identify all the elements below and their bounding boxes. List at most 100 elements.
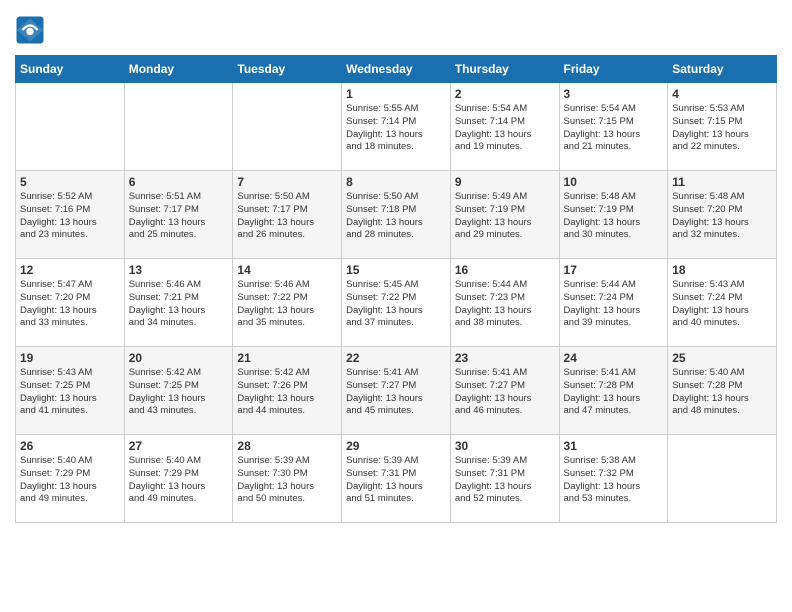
day-number: 17 (564, 263, 664, 277)
calendar-cell: 24 Sunrise: 5:41 AM Sunset: 7:28 PM Dayli… (559, 347, 668, 435)
calendar-cell: 7 Sunrise: 5:50 AM Sunset: 7:17 PM Daylig… (233, 171, 342, 259)
day-info: Sunrise: 5:53 AM Sunset: 7:15 PM Dayligh… (672, 103, 772, 154)
day-info: Sunrise: 5:39 AM Sunset: 7:31 PM Dayligh… (455, 455, 555, 506)
day-number: 31 (564, 439, 664, 453)
day-info: Sunrise: 5:50 AM Sunset: 7:17 PM Dayligh… (237, 191, 337, 242)
day-info: Sunrise: 5:40 AM Sunset: 7:29 PM Dayligh… (129, 455, 229, 506)
calendar-cell (668, 435, 777, 523)
day-info: Sunrise: 5:49 AM Sunset: 7:19 PM Dayligh… (455, 191, 555, 242)
calendar-cell: 20Sunrise: 5:42 AM Sunset: 7:25 PM Dayli… (124, 347, 233, 435)
day-info: Sunrise: 5:42 AM Sunset: 7:26 PM Dayligh… (237, 367, 337, 418)
calendar-cell: 8 Sunrise: 5:50 AM Sunset: 7:18 PM Daylig… (342, 171, 451, 259)
calendar-cell: 23 Sunrise: 5:41 AM Sunset: 7:27 PM Dayli… (450, 347, 559, 435)
calendar-cell (233, 83, 342, 171)
page-header (15, 15, 777, 45)
calendar-cell: 28 Sunrise: 5:39 AM Sunset: 7:30 PM Dayli… (233, 435, 342, 523)
day-number: 4 (672, 87, 772, 101)
day-number: 7 (237, 175, 337, 189)
calendar-cell: 15 Sunrise: 5:45 AM Sunset: 7:22 PM Dayli… (342, 259, 451, 347)
day-info: Sunrise: 5:50 AM Sunset: 7:18 PM Dayligh… (346, 191, 446, 242)
calendar-cell: 4 Sunrise: 5:53 AM Sunset: 7:15 PM Daylig… (668, 83, 777, 171)
day-info: Sunrise: 5:41 AM Sunset: 7:27 PM Dayligh… (455, 367, 555, 418)
day-info: Sunrise: 5:41 AM Sunset: 7:28 PM Dayligh… (564, 367, 664, 418)
day-info: Sunrise: 5:54 AM Sunset: 7:15 PM Dayligh… (564, 103, 664, 154)
day-number: 15 (346, 263, 446, 277)
day-info: Sunrise: 5:54 AM Sunset: 7:14 PM Dayligh… (455, 103, 555, 154)
day-info: Sunrise: 5:45 AM Sunset: 7:22 PM Dayligh… (346, 279, 446, 330)
day-number: 29 (346, 439, 446, 453)
day-number: 26 (20, 439, 120, 453)
calendar-cell: 12 Sunrise: 5:47 AM Sunset: 7:20 PM Dayli… (16, 259, 125, 347)
day-info: Sunrise: 5:46 AM Sunset: 7:22 PM Dayligh… (237, 279, 337, 330)
calendar-cell: 5 Sunrise: 5:52 AM Sunset: 7:16 PM Daylig… (16, 171, 125, 259)
day-of-week-header: Monday (124, 56, 233, 83)
day-info: Sunrise: 5:51 AM Sunset: 7:17 PM Dayligh… (129, 191, 229, 242)
calendar-cell: 11 Sunrise: 5:48 AM Sunset: 7:20 PM Dayli… (668, 171, 777, 259)
day-info: Sunrise: 5:52 AM Sunset: 7:16 PM Dayligh… (20, 191, 120, 242)
calendar-week-row: 19 Sunrise: 5:43 AM Sunset: 7:25 PM Dayli… (16, 347, 777, 435)
day-number: 23 (455, 351, 555, 365)
day-number: 3 (564, 87, 664, 101)
day-of-week-header: Saturday (668, 56, 777, 83)
calendar-week-row: 5 Sunrise: 5:52 AM Sunset: 7:16 PM Daylig… (16, 171, 777, 259)
day-info: Sunrise: 5:44 AM Sunset: 7:24 PM Dayligh… (564, 279, 664, 330)
day-info: Sunrise: 5:44 AM Sunset: 7:23 PM Dayligh… (455, 279, 555, 330)
day-info: Sunrise: 5:41 AM Sunset: 7:27 PM Dayligh… (346, 367, 446, 418)
day-number: 5 (20, 175, 120, 189)
day-number: 18 (672, 263, 772, 277)
day-info: Sunrise: 5:39 AM Sunset: 7:31 PM Dayligh… (346, 455, 446, 506)
day-info: Sunrise: 5:48 AM Sunset: 7:19 PM Dayligh… (564, 191, 664, 242)
calendar-cell: 2Sunrise: 5:54 AM Sunset: 7:14 PM Daylig… (450, 83, 559, 171)
day-number: 14 (237, 263, 337, 277)
calendar-cell: 18 Sunrise: 5:43 AM Sunset: 7:24 PM Dayli… (668, 259, 777, 347)
calendar-cell: 17 Sunrise: 5:44 AM Sunset: 7:24 PM Dayli… (559, 259, 668, 347)
day-number: 9 (455, 175, 555, 189)
day-number: 8 (346, 175, 446, 189)
calendar-cell: 29 Sunrise: 5:39 AM Sunset: 7:31 PM Dayli… (342, 435, 451, 523)
calendar-cell: 31 Sunrise: 5:38 AM Sunset: 7:32 PM Dayli… (559, 435, 668, 523)
calendar-cell (124, 83, 233, 171)
day-number: 24 (564, 351, 664, 365)
calendar-cell: 1 Sunrise: 5:55 AM Sunset: 7:14 PM Daylig… (342, 83, 451, 171)
calendar-cell: 25 Sunrise: 5:40 AM Sunset: 7:28 PM Dayli… (668, 347, 777, 435)
day-of-week-header: Friday (559, 56, 668, 83)
day-info: Sunrise: 5:55 AM Sunset: 7:14 PM Dayligh… (346, 103, 446, 154)
day-number: 16 (455, 263, 555, 277)
calendar-week-row: 1 Sunrise: 5:55 AM Sunset: 7:14 PM Daylig… (16, 83, 777, 171)
day-info: Sunrise: 5:40 AM Sunset: 7:29 PM Dayligh… (20, 455, 120, 506)
day-info: Sunrise: 5:48 AM Sunset: 7:20 PM Dayligh… (672, 191, 772, 242)
day-number: 28 (237, 439, 337, 453)
day-info: Sunrise: 5:43 AM Sunset: 7:24 PM Dayligh… (672, 279, 772, 330)
day-number: 13 (129, 263, 229, 277)
calendar-cell (16, 83, 125, 171)
logo (15, 15, 47, 45)
calendar-header: SundayMondayTuesdayWednesdayThursdayFrid… (16, 56, 777, 83)
day-number: 19 (20, 351, 120, 365)
day-of-week-header: Sunday (16, 56, 125, 83)
day-number: 21 (237, 351, 337, 365)
calendar-cell: 30 Sunrise: 5:39 AM Sunset: 7:31 PM Dayli… (450, 435, 559, 523)
day-number: 25 (672, 351, 772, 365)
day-of-week-header: Thursday (450, 56, 559, 83)
calendar-cell: 19 Sunrise: 5:43 AM Sunset: 7:25 PM Dayli… (16, 347, 125, 435)
day-info: Sunrise: 5:43 AM Sunset: 7:25 PM Dayligh… (20, 367, 120, 418)
calendar-cell: 27Sunrise: 5:40 AM Sunset: 7:29 PM Dayli… (124, 435, 233, 523)
day-info: Sunrise: 5:39 AM Sunset: 7:30 PM Dayligh… (237, 455, 337, 506)
day-number: 1 (346, 87, 446, 101)
day-info: Sunrise: 5:42 AM Sunset: 7:25 PM Dayligh… (129, 367, 229, 418)
day-info: Sunrise: 5:47 AM Sunset: 7:20 PM Dayligh… (20, 279, 120, 330)
day-info: Sunrise: 5:40 AM Sunset: 7:28 PM Dayligh… (672, 367, 772, 418)
day-number: 12 (20, 263, 120, 277)
day-of-week-header: Wednesday (342, 56, 451, 83)
day-info: Sunrise: 5:46 AM Sunset: 7:21 PM Dayligh… (129, 279, 229, 330)
calendar-cell: 26 Sunrise: 5:40 AM Sunset: 7:29 PM Dayli… (16, 435, 125, 523)
day-info: Sunrise: 5:38 AM Sunset: 7:32 PM Dayligh… (564, 455, 664, 506)
day-number: 10 (564, 175, 664, 189)
day-number: 22 (346, 351, 446, 365)
calendar-cell: 14 Sunrise: 5:46 AM Sunset: 7:22 PM Dayli… (233, 259, 342, 347)
calendar-table: SundayMondayTuesdayWednesdayThursdayFrid… (15, 55, 777, 523)
day-number: 30 (455, 439, 555, 453)
calendar-week-row: 26 Sunrise: 5:40 AM Sunset: 7:29 PM Dayli… (16, 435, 777, 523)
calendar-cell: 16 Sunrise: 5:44 AM Sunset: 7:23 PM Dayli… (450, 259, 559, 347)
day-number: 11 (672, 175, 772, 189)
